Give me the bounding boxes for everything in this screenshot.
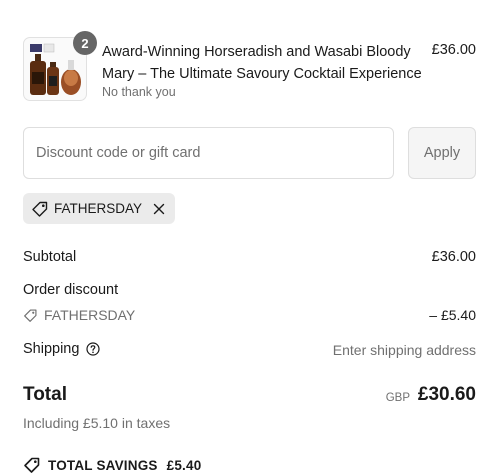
- taxes-note: Including £5.10 in taxes: [23, 415, 171, 431]
- help-icon[interactable]: [86, 342, 101, 356]
- product-title: Award-Winning Horseradish and Wasabi Blo…: [102, 44, 422, 82]
- close-icon: [153, 203, 165, 214]
- total-savings-label: TOTAL SAVINGS: [48, 457, 158, 473]
- shipping-value: Enter shipping address: [332, 342, 476, 358]
- total-label: Total: [23, 384, 67, 405]
- product-price: £36.00: [431, 42, 476, 58]
- apply-discount-button[interactable]: Apply: [408, 127, 476, 179]
- tag-icon: [24, 457, 40, 473]
- currency-code: GBP: [385, 392, 410, 404]
- total-savings: TOTAL SAVINGS £5.40: [23, 456, 201, 474]
- tag-icon: [32, 201, 48, 217]
- subtotal-value: £36.00: [431, 249, 476, 265]
- applied-discount-tag: FATHERSDAY: [23, 193, 176, 224]
- applied-discount-code: FATHERSDAY: [54, 201, 143, 216]
- product-variant: No thank you: [102, 85, 176, 99]
- remove-discount-button[interactable]: [153, 203, 165, 215]
- tag-icon: [24, 309, 37, 322]
- discount-code-input[interactable]: [23, 127, 394, 179]
- order-discount-code-line: FATHERSDAY: [23, 307, 135, 323]
- order-discount-code: FATHERSDAY: [44, 307, 136, 323]
- shipping-label: Shipping: [23, 341, 80, 357]
- total-value: £30.60: [417, 384, 476, 405]
- order-discount-value: – £5.40: [429, 307, 476, 323]
- shipping-label-group: Shipping: [23, 341, 101, 357]
- order-discount-label: Order discount: [23, 282, 119, 298]
- subtotal-label: Subtotal: [23, 249, 77, 265]
- quantity-badge: 2: [73, 31, 97, 55]
- total-savings-value: £5.40: [166, 457, 202, 473]
